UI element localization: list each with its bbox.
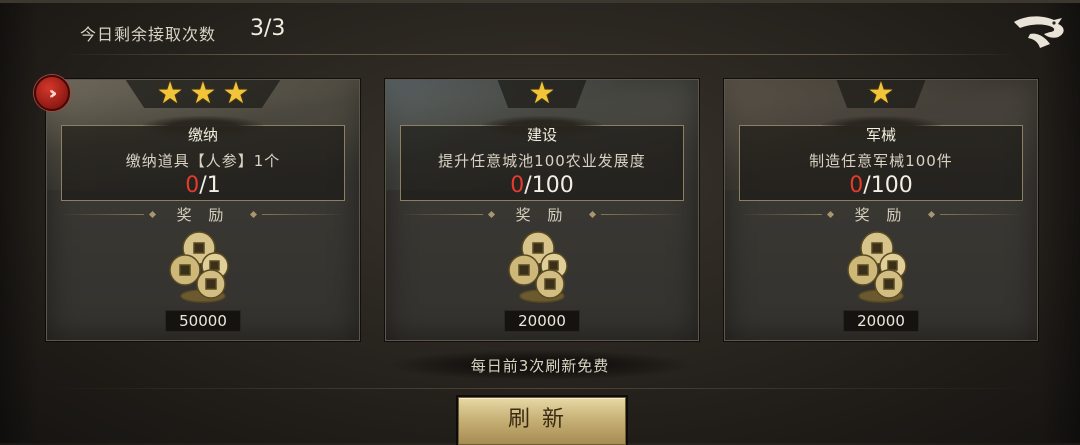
reward-amount: 20000 bbox=[504, 310, 580, 332]
progress-current: 0 bbox=[185, 173, 200, 198]
star-icon: ★ bbox=[528, 79, 556, 111]
divider-dot bbox=[148, 210, 156, 218]
reward-amount: 50000 bbox=[165, 310, 241, 332]
task-title: 军械 bbox=[865, 126, 896, 144]
copper-coins-icon bbox=[508, 231, 568, 303]
divider-line bbox=[262, 213, 345, 215]
refresh-button[interactable]: 刷新 bbox=[458, 397, 626, 445]
header-divider bbox=[60, 54, 1020, 55]
header: 今日剩余接取次数 3/3 bbox=[0, 0, 1080, 62]
reward-header: 奖 励 bbox=[739, 204, 1023, 224]
star-icon: ★ bbox=[222, 79, 250, 111]
copper-coins-icon bbox=[847, 231, 907, 303]
task-progress: 0/1 bbox=[62, 173, 344, 198]
task-description: 制造任意军械100件 bbox=[809, 152, 953, 170]
star-icon: ★ bbox=[189, 79, 217, 111]
star-rating: ★ bbox=[836, 79, 926, 111]
reward-header: 奖 励 bbox=[400, 204, 684, 224]
quality-badge-icon: ›› bbox=[34, 75, 70, 111]
reward-header: 奖 励 bbox=[61, 204, 345, 224]
free-refresh-note: 每日前3次刷新免费 bbox=[470, 357, 610, 375]
task-title: 缴纳 bbox=[187, 126, 218, 144]
divider-dot bbox=[250, 210, 258, 218]
quest-card-2[interactable]: ★ 建设 提升任意城池100农业发展度 0/100 奖 励 20000 bbox=[385, 79, 699, 341]
reward-label: 奖 励 bbox=[854, 205, 908, 224]
divider-line bbox=[61, 213, 144, 215]
star-icon: ★ bbox=[156, 79, 184, 111]
divider-dot bbox=[487, 210, 495, 218]
task-box: 建设 提升任意城池100农业发展度 0/100 bbox=[400, 116, 684, 201]
task-description: 缴纳道具【人参】1个 bbox=[125, 152, 281, 170]
quest-card-3[interactable]: ★ 军械 制造任意军械100件 0/100 奖 励 20000 bbox=[724, 79, 1038, 341]
progress-total: /100 bbox=[524, 173, 574, 198]
progress-current: 0 bbox=[510, 173, 525, 198]
task-box: 军械 制造任意军械100件 0/100 bbox=[739, 116, 1023, 201]
remaining-accept-count: 3/3 bbox=[250, 16, 286, 41]
divider-line bbox=[601, 213, 684, 215]
divider-line bbox=[739, 213, 822, 215]
divider-dot bbox=[826, 210, 834, 218]
progress-current: 0 bbox=[849, 173, 864, 198]
star-rating: ★ bbox=[497, 79, 587, 111]
task-title: 建设 bbox=[526, 126, 557, 144]
task-box: 缴纳 缴纳道具【人参】1个 0/1 bbox=[61, 116, 345, 201]
remaining-accept-label: 今日剩余接取次数 bbox=[80, 25, 217, 44]
quest-card-1[interactable]: ★ ★ ★ 缴纳 缴纳道具【人参】1个 0/1 奖 励 50000 bbox=[46, 79, 360, 341]
reward-amount: 20000 bbox=[843, 310, 919, 332]
task-progress: 0/100 bbox=[401, 173, 683, 198]
task-description: 提升任意城池100农业发展度 bbox=[438, 152, 646, 170]
divider-line bbox=[940, 213, 1023, 215]
footer-divider bbox=[30, 388, 1050, 389]
task-progress: 0/100 bbox=[740, 173, 1022, 198]
divider-line bbox=[400, 213, 483, 215]
reward-label: 奖 励 bbox=[176, 205, 230, 224]
dragon-back-icon[interactable] bbox=[1010, 12, 1068, 52]
progress-total: /1 bbox=[199, 173, 221, 198]
reward-label: 奖 励 bbox=[515, 205, 569, 224]
divider-dot bbox=[928, 210, 936, 218]
star-icon: ★ bbox=[867, 79, 895, 111]
progress-total: /100 bbox=[863, 173, 913, 198]
divider-dot bbox=[589, 210, 597, 218]
star-rating: ★ ★ ★ bbox=[125, 79, 281, 111]
copper-coins-icon bbox=[169, 231, 229, 303]
